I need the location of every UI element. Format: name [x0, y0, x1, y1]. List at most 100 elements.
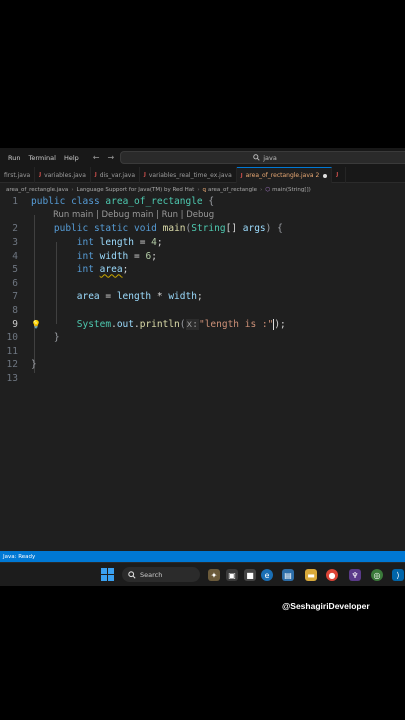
variable: width	[99, 250, 129, 262]
code-line-11[interactable]: 11	[0, 345, 405, 359]
line-number: 9	[12, 318, 18, 330]
code-line-2[interactable]: 2 public static void main(String[] args)…	[0, 222, 405, 236]
operator: *	[151, 291, 169, 303]
windows-start-icon[interactable]	[101, 568, 114, 581]
app-icon[interactable]: ■	[244, 569, 256, 581]
tab-variables-real-time-ex-java[interactable]: Jvariables_real_time_ex.java	[140, 167, 237, 183]
code-line-13[interactable]: 13	[0, 372, 405, 386]
codelens-run-debug[interactable]: Run main | Debug main | Run | Debug	[53, 210, 214, 220]
chevron-right-icon: ›	[197, 186, 200, 193]
unsaved-dot-icon[interactable]	[323, 173, 328, 178]
code-line-10[interactable]: 10 }	[0, 331, 405, 345]
field: out	[116, 318, 134, 330]
brace: {	[208, 196, 215, 208]
back-arrow-icon[interactable]: ←	[93, 153, 100, 162]
tab-first-java[interactable]: first.java	[0, 167, 36, 183]
line-number: 5	[12, 264, 18, 276]
chevron-right-icon: ›	[71, 186, 74, 193]
line-number: 8	[12, 305, 18, 317]
tab-label: variables.java	[44, 171, 86, 179]
code-line-4[interactable]: 4 int width = 6;	[0, 249, 405, 263]
semicolon: ;	[122, 264, 129, 276]
line-number: 7	[12, 291, 18, 303]
java-status[interactable]: Java: Ready	[3, 554, 35, 560]
command-center-text: java	[263, 153, 277, 162]
type: int	[76, 237, 94, 249]
code-line-1[interactable]: 1 public class area_of_rectangle {	[0, 195, 405, 209]
paren-close: )	[265, 223, 272, 235]
code-line-8[interactable]: 8	[0, 304, 405, 318]
command-center-search[interactable]: java	[120, 151, 405, 164]
search-icon	[253, 154, 260, 161]
menu-help[interactable]: Help	[60, 154, 83, 162]
java-file-icon: J	[144, 172, 146, 178]
breadcrumb: area_of_rectangle.java › Language Suppor…	[0, 184, 405, 195]
type: int	[76, 264, 94, 276]
tab-label: dis_var.java	[99, 171, 135, 179]
inlay-hint: x:	[185, 318, 199, 330]
menu-bar: Run Terminal Help ← → java	[0, 148, 405, 167]
line-number: 11	[6, 345, 18, 357]
menu-run[interactable]: Run	[0, 154, 24, 162]
file-explorer-icon[interactable]: ▬	[305, 569, 317, 581]
keyword: static	[93, 223, 129, 235]
variable: area	[76, 291, 100, 303]
vscode-icon[interactable]: ⟩	[392, 569, 404, 581]
menu-terminal[interactable]: Terminal	[24, 154, 59, 162]
breadcrumb-class[interactable]: area_of_rectangle	[208, 187, 257, 193]
line-number: 1	[12, 196, 18, 208]
code-editor[interactable]: 1 public class area_of_rectangle { Run m…	[0, 195, 405, 551]
code-line-3[interactable]: 3 int length = 4;	[0, 236, 405, 250]
call-end: );	[274, 318, 286, 330]
breadcrumb-method[interactable]: main(String[])	[272, 187, 311, 193]
app-icon-3[interactable]: ◎	[371, 569, 383, 581]
class-name: area_of_rectangle	[105, 196, 203, 208]
taskbar-search-label: Search	[140, 570, 163, 579]
widgets-icon[interactable]: ✦	[208, 569, 220, 581]
forward-arrow-icon[interactable]: →	[107, 153, 114, 162]
app-icon-2[interactable]: ♆	[349, 569, 361, 581]
java-file-icon: J	[240, 172, 243, 179]
variable: area	[99, 264, 123, 276]
brace: {	[277, 223, 283, 235]
breadcrumb-project[interactable]: Language Support for Java(TM) by Red Hat	[77, 187, 195, 193]
function-name: main	[162, 223, 186, 235]
tab-label: variables_real_time_ex.java	[148, 171, 232, 179]
code-line-5[interactable]: 5 int area;	[0, 263, 405, 277]
operator: =	[134, 237, 152, 249]
tab-overflow[interactable]: J	[332, 167, 347, 183]
java-file-icon: J	[39, 172, 42, 178]
class-icon: ꝗ	[202, 186, 207, 193]
code-line-6[interactable]: 6	[0, 277, 405, 291]
tab-variables-java[interactable]: Jvariables.java	[35, 167, 91, 183]
tab-area-of-rectangle-java[interactable]: Jarea_of_rectangle.java 2	[236, 167, 333, 183]
string-literal: "length is :"	[198, 318, 274, 330]
breadcrumb-file[interactable]: area_of_rectangle.java	[6, 187, 68, 193]
keyword: public	[53, 223, 89, 235]
operator: =	[128, 250, 146, 262]
tab-dis-var-java[interactable]: Jdis_var.java	[91, 167, 140, 183]
edge-icon[interactable]: e	[261, 569, 273, 581]
store-icon[interactable]: ▤	[282, 569, 294, 581]
code-line-7[interactable]: 7 area = length * width;	[0, 290, 405, 304]
line-number: 3	[12, 237, 18, 249]
chrome-icon[interactable]: ●	[326, 569, 338, 581]
code-line-9[interactable]: 9 💡 System.out.println(x:"length is :");	[0, 317, 405, 331]
java-file-icon: J	[336, 172, 339, 178]
vscode-screenshot: Run Terminal Help ← → java first.java Jv…	[0, 148, 405, 586]
variable: length	[116, 291, 152, 303]
code-line-12[interactable]: 12 }	[0, 358, 405, 372]
semicolon: ;	[156, 237, 163, 249]
type: String	[191, 223, 226, 235]
task-view-icon[interactable]: ▣	[226, 569, 238, 581]
function-name: println	[139, 318, 180, 330]
taskbar-search[interactable]: Search	[122, 567, 200, 582]
tab-label: first.java	[4, 171, 31, 179]
brace: }	[53, 332, 60, 344]
type: int	[76, 250, 94, 262]
chevron-right-icon: ›	[260, 186, 263, 193]
line-number: 12	[6, 359, 18, 371]
variable: length	[99, 237, 134, 249]
operator: =	[99, 291, 117, 303]
class-name: System	[76, 318, 112, 330]
